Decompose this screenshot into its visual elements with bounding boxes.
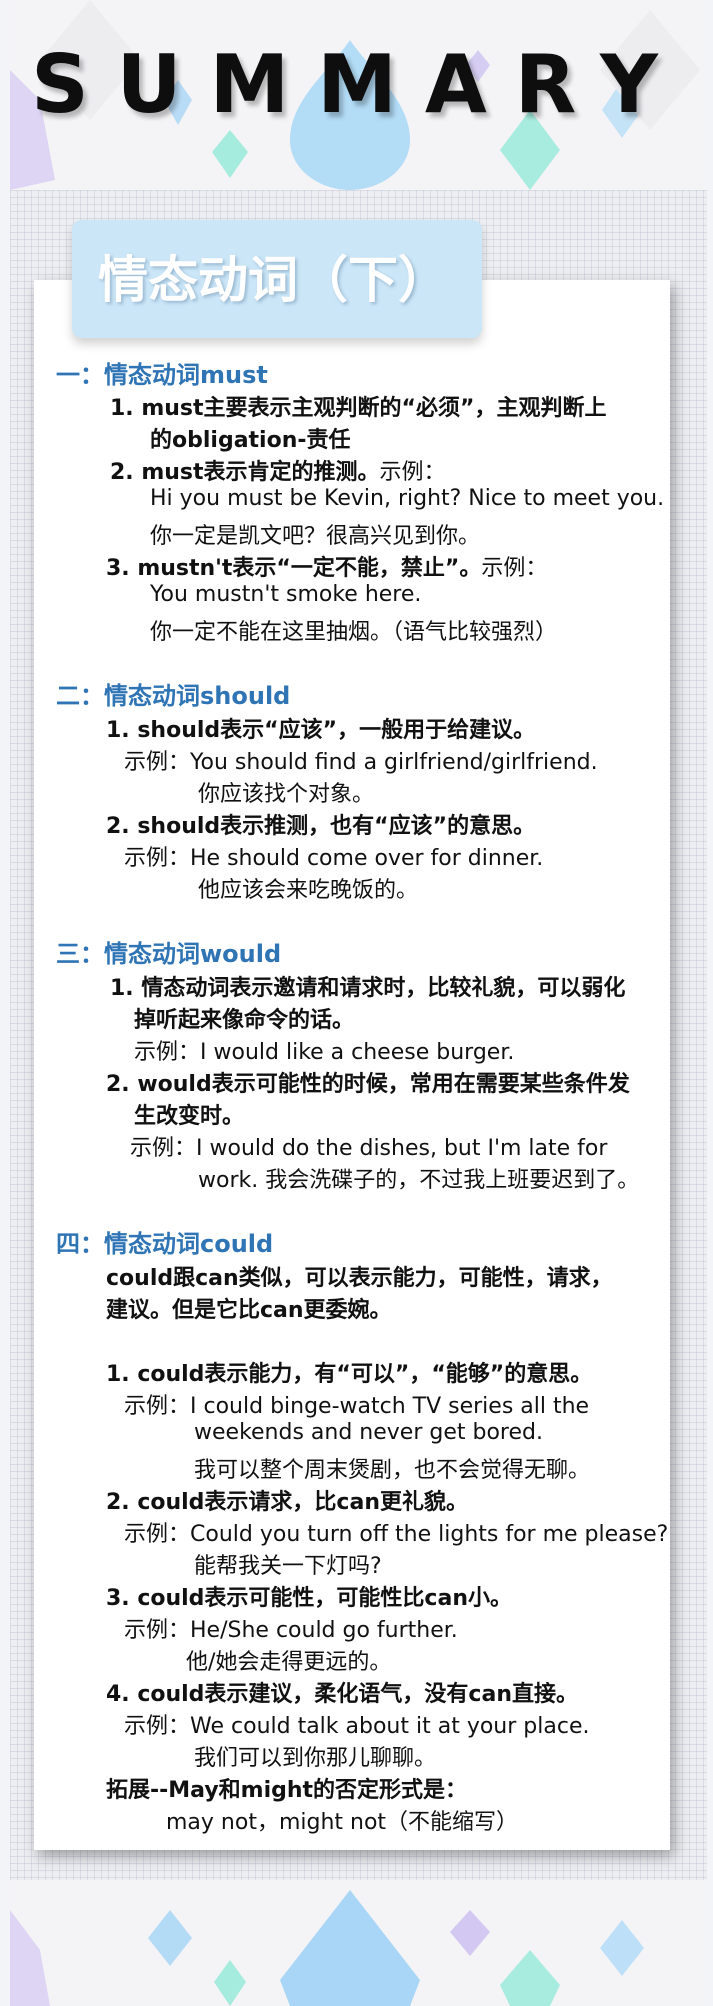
would-point-1a: 1. 情态动词表示邀请和请求时，比较礼貌，可以弱化: [110, 976, 626, 1001]
could-example-2-en: Could you turn off the lights for me ple…: [190, 1522, 669, 1547]
section-should-title: 二：情态动词should: [56, 682, 291, 710]
must-point-3-bold: 3. mustn't表示“一定不能，禁止”。: [106, 556, 482, 581]
could-example-1b: weekends and never get bored.: [194, 1420, 543, 1445]
must-point-2: 2. must表示肯定的推测。示例：: [110, 454, 446, 486]
should-example-1-en: You should find a girlfriend/girlfriend.: [190, 750, 598, 775]
should-example-2-label: 示例：: [124, 846, 191, 871]
could-example-3-label: 示例：: [124, 1618, 191, 1643]
could-point-1: 1. could表示能力，有“可以”，“能够”的意思。: [106, 1362, 593, 1387]
could-point-2: 2. could表示请求，比can更礼貌。: [106, 1490, 468, 1515]
should-example-1-zh: 你应该找个对象。: [198, 782, 375, 807]
must-point-2-bold: 2. must表示肯定的推测。: [110, 460, 380, 485]
must-point-1b: 的obligation-责任: [150, 428, 351, 453]
should-example-2: 示例：He should come over for dinner.: [124, 840, 543, 872]
must-point-1a: 1. must主要表示主观判断的“必须”，主观判断上: [110, 396, 607, 421]
could-example-1-label: 示例：: [124, 1394, 191, 1419]
must-point-2-label: 示例：: [379, 460, 446, 485]
would-example-2b: work. 我会洗碟子的，不过我上班要迟到了。: [198, 1168, 640, 1193]
section-would-title: 三：情态动词would: [56, 940, 282, 968]
must-example-3-zh: 你一定不能在这里抽烟。（语气比较强烈）: [150, 620, 558, 645]
must-point-3: 3. mustn't表示“一定不能，禁止”。示例：: [106, 550, 547, 582]
would-point-2b: 生改变时。: [134, 1104, 245, 1129]
could-example-3: 示例：He/She could go further.: [124, 1612, 458, 1644]
extension-body: may not，might not（不能缩写）: [166, 1810, 519, 1835]
would-example-1-label: 示例：: [134, 1040, 201, 1065]
should-example-2-zh: 他应该会来吃晚饭的。: [198, 878, 419, 903]
footer-decoration: [10, 1890, 644, 2006]
would-example-2-en: I would do the dishes, but I'm late for: [196, 1136, 608, 1161]
page: SUMMARY 情态动词（下） 一：情态动词must 1. must主要表示主观…: [10, 0, 707, 2006]
could-example-1a: 示例：I could binge-watch TV series all the: [124, 1388, 589, 1420]
could-example-4-en: We could talk about it at your place.: [190, 1714, 590, 1739]
must-example-3-en: You mustn't smoke here.: [150, 582, 422, 607]
should-example-2-en: He should come over for dinner.: [190, 846, 544, 871]
section-must-title: 一：情态动词must: [56, 361, 268, 389]
would-point-1b: 掉听起来像命令的话。: [134, 1008, 355, 1033]
could-example-2-label: 示例：: [124, 1522, 191, 1547]
could-example-3-zh: 他/她会走得更远的。: [186, 1650, 392, 1675]
must-point-3-label: 示例：: [481, 556, 548, 581]
could-example-2: 示例：Could you turn off the lights for me …: [124, 1516, 668, 1548]
could-intro-a: could跟can类似，可以表示能力，可能性，请求，: [106, 1266, 613, 1291]
extension-title: 拓展--May和might的否定形式是：: [106, 1778, 468, 1803]
could-example-1-zh: 我可以整个周末煲剧，也不会觉得无聊。: [194, 1458, 591, 1483]
could-example-1-en-a: I could binge-watch TV series all the: [190, 1394, 590, 1419]
could-example-4: 示例：We could talk about it at your place.: [124, 1708, 589, 1740]
would-example-2a: 示例：I would do the dishes, but I'm late f…: [130, 1130, 607, 1162]
should-point-1: 1. should表示“应该”，一般用于给建议。: [106, 718, 536, 743]
could-example-4-zh: 我们可以到你那儿聊聊。: [194, 1746, 437, 1771]
must-example-2-en: Hi you must be Kevin, right? Nice to mee…: [150, 486, 665, 511]
could-point-4: 4. could表示建议，柔化语气，没有can直接。: [106, 1682, 578, 1707]
should-example-1: 示例：You should find a girlfriend/girlfrie…: [124, 744, 598, 776]
header: SUMMARY: [10, 0, 707, 190]
page-title: SUMMARY: [31, 38, 686, 131]
could-example-2-zh: 能帮我关一下灯吗?: [194, 1554, 382, 1579]
section-could-title: 四：情态动词could: [56, 1230, 274, 1258]
could-intro-b: 建议。但是它比can更委婉。: [106, 1298, 392, 1323]
could-example-3-en: He/She could go further.: [190, 1618, 458, 1643]
would-example-2-label: 示例：: [130, 1136, 197, 1161]
should-point-2: 2. should表示推测，也有“应该”的意思。: [106, 814, 536, 839]
would-example-1-en: I would like a cheese burger.: [200, 1040, 515, 1065]
must-example-2-zh: 你一定是凯文吧？很高兴见到你。: [150, 524, 481, 549]
footer: [10, 1880, 707, 2006]
would-example-1: 示例：I would like a cheese burger.: [134, 1034, 514, 1066]
could-example-4-label: 示例：: [124, 1714, 191, 1739]
could-point-3: 3. could表示可能性，可能性比can小。: [106, 1586, 512, 1611]
would-point-2a: 2. would表示可能性的时候，常用在需要某些条件发: [106, 1072, 630, 1097]
card-tab-title: 情态动词（下）: [98, 251, 448, 309]
should-example-1-label: 示例：: [124, 750, 191, 775]
